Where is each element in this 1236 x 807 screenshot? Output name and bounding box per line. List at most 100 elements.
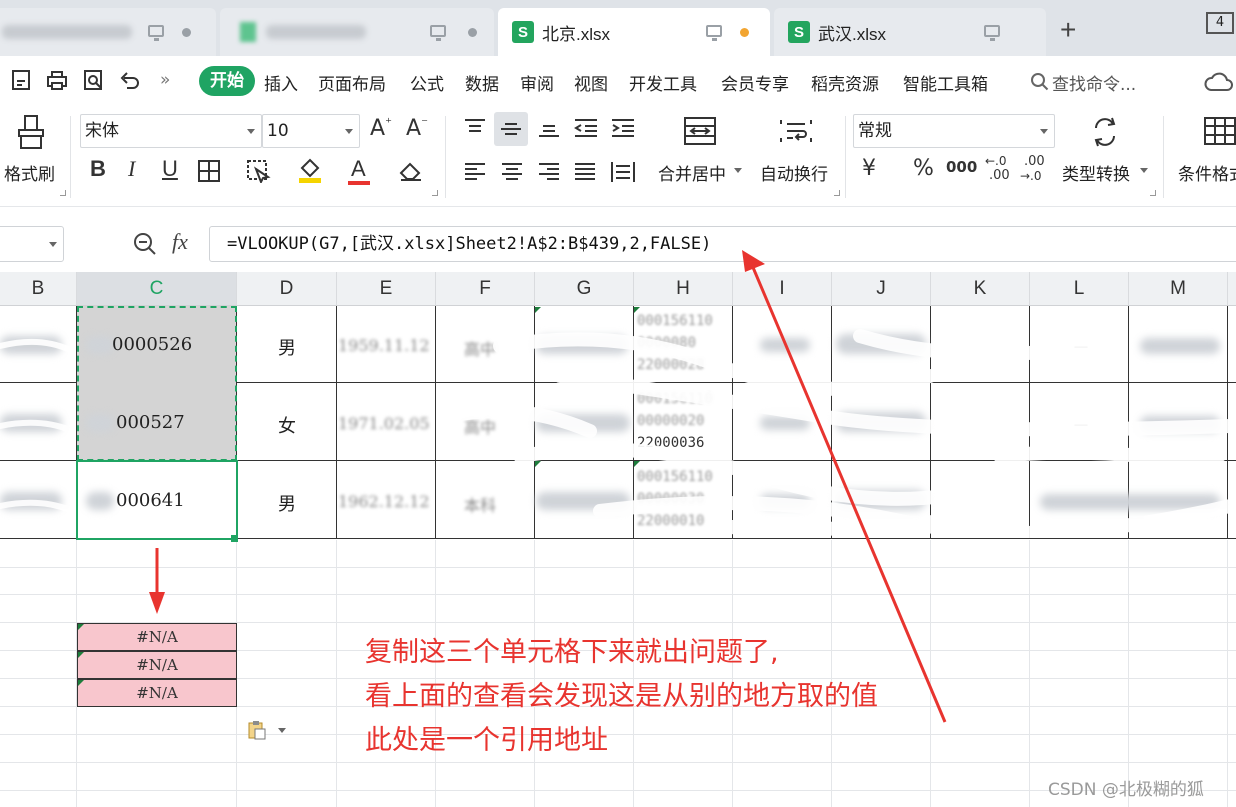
conditional-format-icon[interactable] (1203, 116, 1236, 146)
shrink-font-arrow-icon: ⁻ (421, 116, 428, 131)
document-tab-blurred-1[interactable] (0, 8, 216, 56)
column-header-k[interactable]: K (931, 272, 1030, 306)
monitor-icon[interactable] (706, 25, 722, 41)
type-convert-icon[interactable] (1090, 116, 1120, 148)
align-top-icon[interactable] (463, 118, 487, 138)
thousands-separator-button[interactable]: 000 (946, 158, 977, 176)
menu-tab-data[interactable]: 数据 (465, 70, 499, 95)
column-header-c[interactable]: C (77, 272, 237, 306)
column-header-g[interactable]: G (535, 272, 634, 306)
font-name-select[interactable]: 宋体 (80, 114, 262, 148)
monitor-icon[interactable] (430, 25, 446, 41)
window-count-button[interactable]: 4 (1206, 12, 1234, 34)
monitor-icon[interactable] (148, 25, 164, 41)
conditional-format-button[interactable]: 条件格式 (1178, 160, 1236, 185)
column-header-f[interactable]: F (436, 272, 535, 306)
print-preview-icon[interactable] (83, 69, 105, 91)
justify-icon[interactable] (573, 162, 597, 182)
column-header-i[interactable]: I (733, 272, 832, 306)
increase-indent-icon[interactable] (610, 118, 636, 138)
italic-button[interactable]: I (128, 156, 135, 182)
column-header-b[interactable]: B (0, 272, 77, 306)
zoom-formula-icon[interactable] (133, 232, 157, 256)
column-header-e[interactable]: E (337, 272, 436, 306)
underline-button[interactable]: U (162, 156, 178, 182)
fill-color-icon[interactable] (297, 156, 323, 184)
document-tab-blurred-2[interactable] (220, 8, 494, 56)
font-color-letter: A (351, 156, 366, 181)
error-cell[interactable]: #N/A (77, 651, 237, 679)
menu-tab-review[interactable]: 审阅 (520, 70, 554, 95)
search-command-input[interactable]: 查找命令... (1052, 70, 1136, 95)
currency-format-button[interactable]: ¥ (862, 156, 876, 181)
annotation-line: 看上面的查看会发现这是从别的地方取的值 (365, 681, 878, 712)
formula-input[interactable]: =VLOOKUP(G7,[武汉.xlsx]Sheet2!A$2:B$439,2,… (209, 226, 1236, 262)
menu-tab-view[interactable]: 视图 (574, 70, 608, 95)
column-header-h[interactable]: H (634, 272, 733, 306)
menu-tab-insert[interactable]: 插入 (264, 70, 298, 95)
menu-tab-developer[interactable]: 开发工具 (629, 70, 697, 95)
group-launcher-icon[interactable] (432, 190, 438, 196)
borders-icon[interactable] (197, 159, 221, 183)
document-tab-wuhan[interactable]: S 武汉.xlsx (774, 8, 1046, 56)
wrap-text-button[interactable]: 自动换行 (760, 160, 828, 185)
font-size-select[interactable]: 10 (262, 114, 360, 148)
clear-eraser-icon[interactable] (398, 159, 424, 183)
menu-tab-formulas[interactable]: 公式 (410, 70, 444, 95)
font-color-button[interactable]: A (347, 156, 373, 186)
error-indicator-icon (78, 680, 84, 686)
decrease-indent-icon[interactable] (573, 118, 599, 138)
cloud-icon[interactable] (1204, 70, 1234, 94)
undo-icon[interactable] (119, 69, 141, 91)
document-tab-beijing[interactable]: S 北京.xlsx (498, 8, 770, 56)
chevron-down-icon (1140, 168, 1148, 173)
column-header-j[interactable]: J (832, 272, 931, 306)
cell-style-icon[interactable] (246, 159, 272, 183)
format-painter-button[interactable]: 格式刷 (4, 160, 55, 185)
align-left-icon[interactable] (463, 162, 487, 182)
insert-function-button[interactable]: fx (172, 229, 188, 255)
column-header-l[interactable]: L (1030, 272, 1129, 306)
group-launcher-icon[interactable] (834, 190, 840, 196)
annotation-line: 此处是一个引用地址 (365, 725, 608, 756)
paste-options-button[interactable] (248, 720, 290, 740)
align-bottom-icon[interactable] (537, 118, 561, 138)
increase-decimal-button[interactable]: ←.0.00 (985, 154, 1013, 186)
column-header-n[interactable] (1228, 272, 1236, 306)
format-painter-icon[interactable] (16, 114, 46, 150)
grow-font-button[interactable]: A⁺ (370, 116, 392, 141)
percent-format-button[interactable]: % (913, 156, 934, 181)
column-header-d[interactable]: D (237, 272, 337, 306)
error-cell[interactable]: #N/A (77, 679, 237, 707)
spreadsheet-grid[interactable]: B C D E F G H I J K L M 0000526 男 1959.1… (0, 272, 1236, 807)
new-tab-button[interactable]: + (1060, 14, 1076, 46)
error-cell[interactable]: #N/A (77, 623, 237, 651)
decrease-decimal-button[interactable]: .00 →.0 (1020, 154, 1048, 186)
more-quick-access-button[interactable]: » (160, 70, 170, 90)
type-convert-button[interactable]: 类型转换 (1062, 160, 1130, 185)
spreadsheet-icon: S (788, 21, 810, 43)
wrap-text-icon[interactable] (779, 116, 813, 146)
number-format-select[interactable]: 常规 (853, 114, 1055, 148)
menu-tab-smart-tools[interactable]: 智能工具箱 (903, 70, 988, 95)
print-icon[interactable] (46, 69, 68, 91)
group-launcher-icon[interactable] (1150, 190, 1156, 196)
menu-tab-docer[interactable]: 稻壳资源 (811, 70, 879, 95)
gridline (336, 540, 337, 807)
monitor-icon[interactable] (984, 25, 1000, 41)
menu-tab-page-layout[interactable]: 页面布局 (318, 70, 386, 95)
name-box[interactable] (0, 226, 64, 262)
menu-tab-start[interactable]: 开始 (199, 66, 255, 96)
merge-center-button[interactable]: 合并居中 (658, 160, 726, 185)
align-right-icon[interactable] (537, 162, 561, 182)
group-launcher-icon[interactable] (60, 190, 66, 196)
menu-tab-member[interactable]: 会员专享 (721, 70, 789, 95)
merge-center-icon[interactable] (683, 116, 717, 146)
align-center-icon[interactable] (500, 162, 524, 182)
bold-button[interactable]: B (90, 156, 106, 182)
column-header-m[interactable]: M (1129, 272, 1228, 306)
save-icon[interactable] (10, 69, 32, 91)
shrink-font-button[interactable]: A⁻ (406, 116, 428, 141)
align-middle-button[interactable] (494, 112, 528, 146)
distributed-align-icon[interactable] (610, 160, 636, 184)
